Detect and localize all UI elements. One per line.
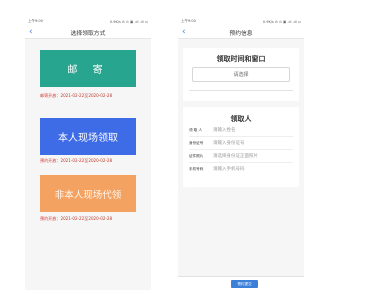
name-input[interactable]: 请输入姓名 — [213, 127, 236, 133]
footer-bar: 预约提交 — [178, 276, 304, 290]
time-window-select[interactable]: 请选择 — [192, 67, 290, 82]
nav-bar: ‹ 选择领取方式 — [25, 26, 151, 39]
note-value: 2021-02-22至2020-02-28 — [60, 158, 113, 163]
divider — [189, 90, 293, 91]
mail-option-button[interactable]: 邮 寄 — [40, 50, 136, 87]
self-pickup-button[interactable]: 本人现场领取 — [40, 118, 136, 155]
pickup-time-card: 领取时间和窗口 请选择 — [183, 48, 299, 101]
recipient-card: 领取人 领 取 人 请输入姓名 身份证号 请输入身份证号 证件照片 请选择身份证… — [183, 107, 299, 187]
phone-input[interactable]: 请输入手机号码 — [213, 166, 245, 172]
id-photo-label: 证件照片 — [189, 153, 204, 158]
submit-appointment-button[interactable]: 预约提交 — [231, 280, 258, 288]
proxy-pickup-note: 预约开放：2021-02-22至2020-02-28 — [40, 216, 112, 222]
recipient-title: 领取人 — [230, 115, 252, 123]
self-pickup-note: 预约开放：2021-02-22至2020-02-28 — [40, 158, 112, 164]
id-photo-picker[interactable]: 请选择身份证正面照片 — [213, 153, 258, 159]
nav-bar: ‹ 预约信息 — [178, 26, 304, 39]
note-label: 预约开放： — [40, 158, 61, 163]
id-photo-row[interactable]: 证件照片 请选择身份证正面照片 — [189, 150, 293, 163]
id-number-row[interactable]: 身份证号 请输入身份证号 — [189, 137, 293, 150]
id-number-input[interactable]: 请输入身份证号 — [213, 140, 245, 146]
id-number-label: 身份证号 — [189, 140, 204, 145]
status-time: 上午9:00 — [181, 19, 196, 23]
note-label: 预约开放： — [40, 216, 61, 221]
name-label: 领 取 人 — [189, 127, 203, 132]
note-value: 2021-02-22至2020-02-28 — [60, 93, 113, 98]
pickup-time-title: 领取时间和窗口 — [216, 55, 266, 63]
phone-label: 手机号码 — [189, 166, 204, 171]
back-icon[interactable]: ‹ — [182, 26, 186, 38]
status-icons: 0.9K/s ✆ ⊙ ▣ .ıll .ıll ▭ — [262, 19, 301, 24]
status-icons: 0.9K/s ✆ ⊙ ▣ .ıll .ıll ▭ — [109, 19, 148, 24]
name-row[interactable]: 领 取 人 请输入姓名 — [189, 124, 293, 137]
status-bar: 上午9:00 0.9K/s ✆ ⊙ ▣ .ıll .ıll ▭ — [178, 17, 304, 26]
mail-open-note: 邮寄开放：2021-02-22至2020-02-28 — [40, 93, 112, 99]
phone-row[interactable]: 手机号码 请输入手机号码 — [189, 163, 293, 175]
proxy-pickup-button[interactable]: 非本人现场代领 — [40, 175, 136, 212]
appointment-info-screen: 上午9:00 0.9K/s ✆ ⊙ ▣ .ıll .ıll ▭ ‹ 预约信息 领… — [178, 17, 304, 290]
status-time: 上午9:00 — [28, 19, 43, 23]
page-title: 选择领取方式 — [70, 30, 106, 37]
select-method-screen: 上午9:00 0.9K/s ✆ ⊙ ▣ .ıll .ıll ▭ ‹ 选择领取方式… — [25, 17, 151, 290]
back-icon[interactable]: ‹ — [29, 26, 33, 38]
note-label: 邮寄开放： — [40, 93, 61, 98]
page-title: 预约信息 — [229, 30, 253, 37]
note-value: 2021-02-22至2020-02-28 — [60, 216, 113, 221]
status-bar: 上午9:00 0.9K/s ✆ ⊙ ▣ .ıll .ıll ▭ — [25, 17, 151, 26]
